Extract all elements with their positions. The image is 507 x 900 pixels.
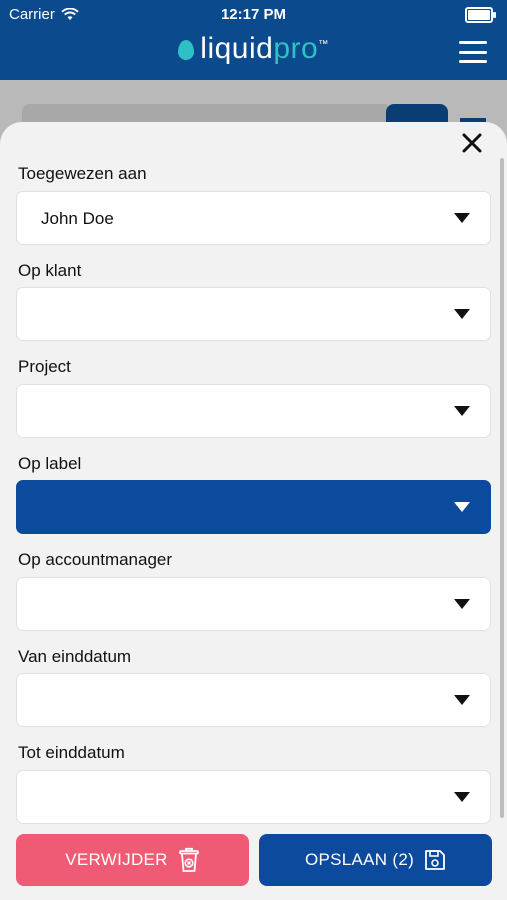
save-button-label: OPSLAAN (2): [304, 850, 415, 869]
label-op-label: Op label: [18, 454, 82, 473]
triangle-down-icon: [454, 599, 470, 609]
triangle-down-icon: [454, 213, 470, 223]
select-project[interactable]: [16, 384, 491, 438]
triangle-down-icon: [454, 792, 470, 802]
close-icon[interactable]: [459, 130, 485, 156]
delete-button-label: VERWIJDER: [65, 850, 168, 869]
triangle-down-icon: [454, 309, 470, 319]
droplet-icon: [178, 40, 195, 60]
label-tot-einddatum: Tot einddatum: [18, 743, 125, 762]
scrollbar[interactable]: [500, 158, 504, 818]
action-bar: VERWIJDER OPSLAAN (2): [0, 834, 507, 894]
triangle-down-icon: [454, 406, 470, 416]
triangle-down-icon: [454, 695, 470, 705]
clock: 12:17 PM: [220, 6, 287, 23]
filter-modal: Toegewezen aan John Doe Op klant Project…: [0, 122, 507, 900]
select-op-label[interactable]: [16, 480, 491, 534]
label-op-accountmanager: Op accountmanager: [18, 550, 173, 569]
floppy-disk-icon: [425, 850, 445, 870]
save-button[interactable]: OPSLAAN (2): [259, 834, 492, 886]
select-op-klant[interactable]: [16, 287, 491, 341]
hamburger-menu-icon[interactable]: [459, 41, 487, 63]
triangle-down-icon: [454, 502, 470, 512]
delete-button[interactable]: VERWIJDER: [16, 834, 249, 886]
select-van-einddatum[interactable]: [16, 673, 491, 727]
brand-logo: liquidpro™: [0, 32, 507, 66]
label-van-einddatum: Van einddatum: [18, 647, 132, 666]
brand-pro: pro: [273, 32, 319, 65]
battery-icon: [465, 7, 496, 23]
select-tot-einddatum[interactable]: [16, 770, 491, 824]
select-toegewezen-aan[interactable]: John Doe: [16, 191, 491, 245]
brand-liquid: liquid: [200, 32, 274, 65]
label-toegewezen-aan: Toegewezen aan: [18, 164, 147, 183]
brand-trademark: ™: [318, 39, 329, 50]
app-header: Carrier 12:17 PM liquidpro™: [0, 0, 507, 80]
select-value: John Doe: [41, 209, 114, 228]
label-op-klant: Op klant: [18, 261, 82, 280]
trash-icon: [178, 847, 199, 872]
select-op-accountmanager[interactable]: [16, 577, 491, 631]
label-project: Project: [18, 357, 71, 376]
status-bar: Carrier 12:17 PM: [0, 0, 507, 28]
